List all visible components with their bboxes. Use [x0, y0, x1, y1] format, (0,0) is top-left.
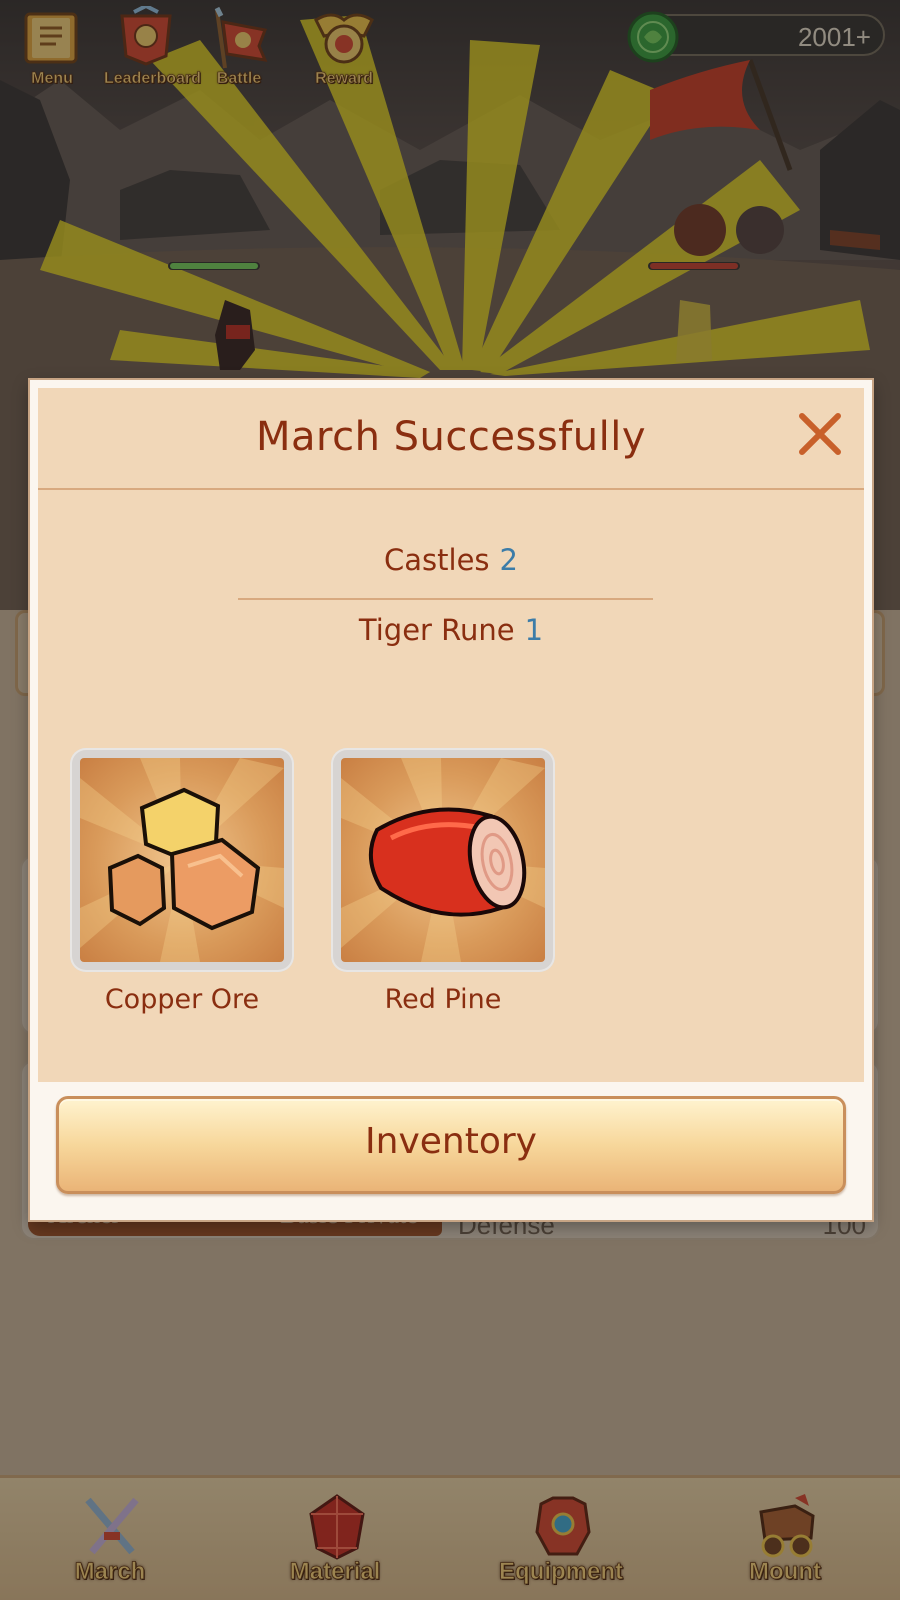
copper-ore-icon [80, 758, 284, 962]
reward-tile [341, 758, 545, 962]
reward-frame [70, 748, 294, 972]
stat-castles-label: Castles [384, 543, 490, 577]
inventory-button-label: Inventory [365, 1121, 537, 1162]
reward-copper-ore[interactable]: Copper Ore [70, 748, 294, 1015]
march-result-dialog: March Successfully Castles 2 Tiger Rune 1 [30, 380, 872, 1220]
title-divider [38, 488, 864, 490]
stat-tiger-rune-label: Tiger Rune [358, 613, 515, 647]
inventory-button[interactable]: Inventory [56, 1096, 846, 1194]
stat-tiger-rune-value: 1 [524, 613, 544, 647]
stat-tiger-rune: Tiger Rune 1 [38, 613, 864, 647]
reward-name: Red Pine [384, 984, 502, 1015]
reward-name: Copper Ore [104, 984, 260, 1015]
stat-castles: Castles 2 [38, 543, 864, 577]
stat-castles-value: 2 [499, 543, 518, 577]
reward-frame [331, 748, 555, 972]
dialog-title: March Successfully [256, 414, 646, 460]
reward-tile [80, 758, 284, 962]
red-pine-log-icon [341, 758, 545, 962]
dialog-footer: Inventory [38, 1082, 864, 1212]
close-icon[interactable] [794, 408, 846, 460]
stat-divider [238, 598, 653, 600]
reward-red-pine[interactable]: Red Pine [331, 748, 555, 1015]
